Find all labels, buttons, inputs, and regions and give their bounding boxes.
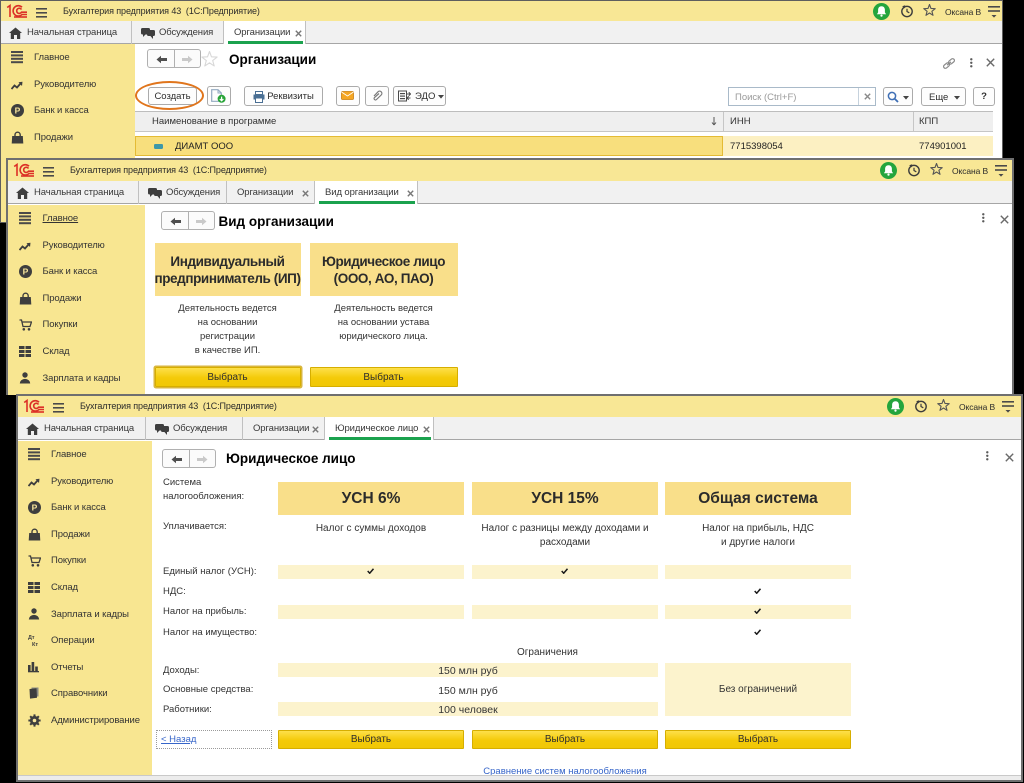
svg-text:P: P	[14, 106, 20, 116]
svg-text:P: P	[23, 267, 29, 277]
svg-text:Кт: Кт	[32, 642, 38, 647]
svg-text:Дт: Дт	[28, 635, 35, 641]
svg-text:P: P	[32, 503, 38, 513]
